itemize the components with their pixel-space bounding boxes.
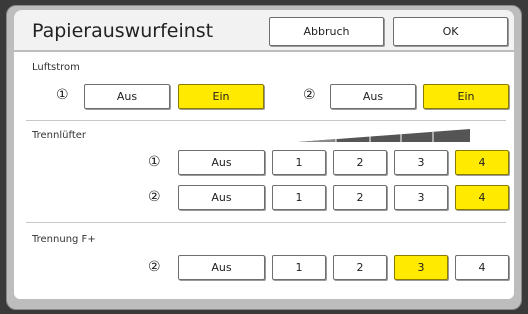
trennluefter-1-level-2-button[interactable]: 2	[333, 150, 387, 175]
trennung-aus-button[interactable]: Aus	[178, 255, 265, 280]
trennluefter-row-2-marker: ②	[148, 189, 161, 205]
trennung-row-marker: ②	[148, 259, 161, 275]
section-divider-1	[26, 120, 506, 121]
section-divider-2	[26, 222, 506, 223]
trennluefter-label: Trennlüfter	[32, 130, 87, 141]
trennluefter-2-level-3-button[interactable]: 3	[394, 185, 448, 210]
trennluefter-2-level-4-button[interactable]: 4	[455, 185, 509, 210]
trennluefter-row-1-marker: ①	[148, 154, 161, 170]
trennung-level-3-button[interactable]: 3	[394, 255, 448, 280]
trennluefter-1-level-1-button[interactable]: 1	[272, 150, 326, 175]
luftstrom-2-aus-button[interactable]: Aus	[330, 84, 416, 109]
ok-button[interactable]: OK	[393, 17, 508, 46]
luftstrom-label: Luftstrom	[32, 62, 80, 73]
trennluefter-1-level-3-button[interactable]: 3	[394, 150, 448, 175]
luftstrom-row-1-marker: ①	[56, 87, 69, 103]
level-wedge-icon	[298, 129, 470, 142]
trennluefter-2-level-2-button[interactable]: 2	[333, 185, 387, 210]
trennung-level-4-button[interactable]: 4	[455, 255, 509, 280]
luftstrom-1-ein-button[interactable]: Ein	[178, 84, 264, 109]
trennluefter-2-aus-button[interactable]: Aus	[178, 185, 265, 210]
page-title: Papierauswurfeinst	[32, 20, 214, 42]
luftstrom-2-ein-button[interactable]: Ein	[423, 84, 509, 109]
luftstrom-row-2-marker: ②	[303, 87, 316, 103]
trennluefter-2-level-1-button[interactable]: 1	[272, 185, 326, 210]
trennluefter-1-level-4-button[interactable]: 4	[455, 150, 509, 175]
trennung-level-1-button[interactable]: 1	[272, 255, 326, 280]
trennung-label: Trennung F+	[32, 234, 96, 245]
cancel-button[interactable]: Abbruch	[269, 17, 384, 46]
luftstrom-1-aus-button[interactable]: Aus	[84, 84, 170, 109]
trennluefter-1-aus-button[interactable]: Aus	[178, 150, 265, 175]
trennung-level-2-button[interactable]: 2	[333, 255, 387, 280]
